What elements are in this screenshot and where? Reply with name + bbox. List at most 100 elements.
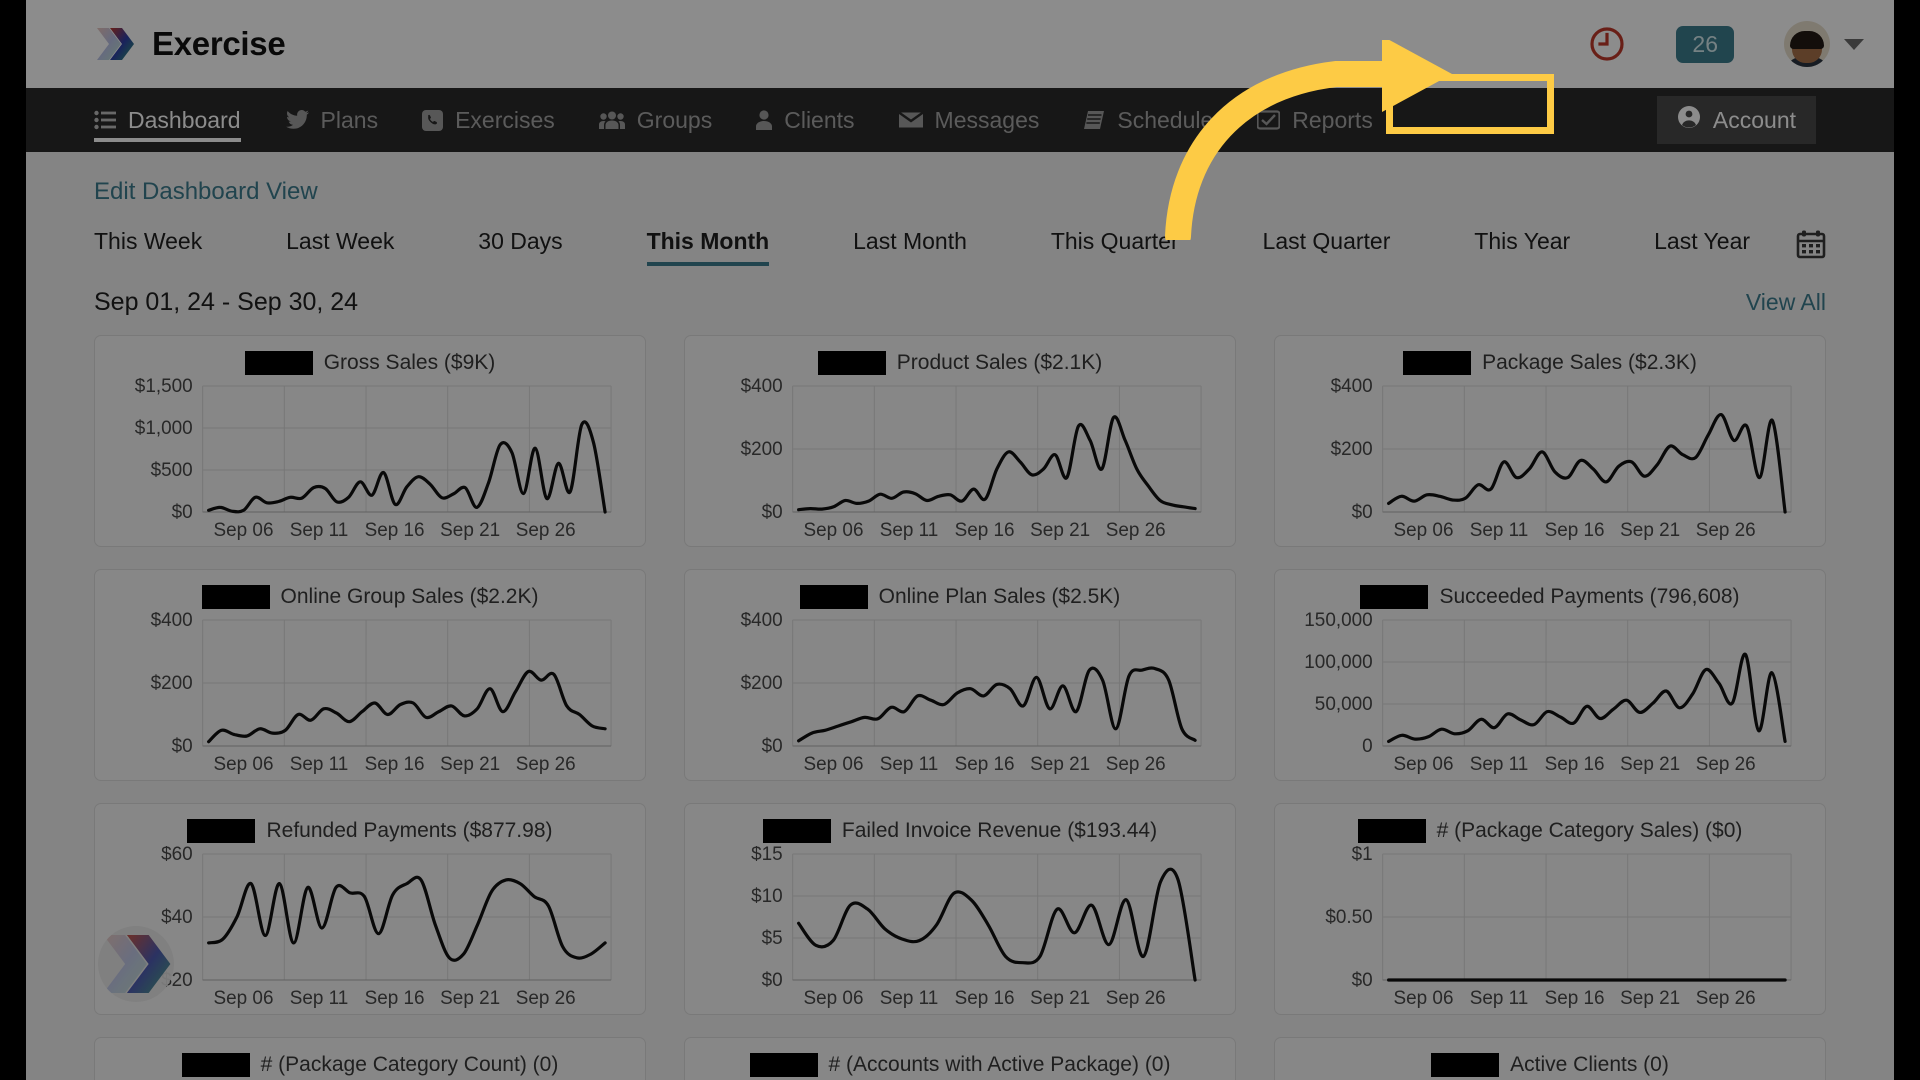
svg-text:$1: $1 (1352, 846, 1373, 865)
svg-text:Sep 26: Sep 26 (1106, 988, 1166, 1009)
metric-card[interactable]: Gross Sales ($9K) $0 $500 $1,000 $1,500 Sep 0… (94, 335, 646, 547)
nav-item-exercises[interactable]: Exercises (422, 88, 555, 152)
metric-card[interactable]: Failed Invoice Revenue ($193.44) $0 $5 $10 $… (684, 803, 1236, 1015)
svg-text:Sep 06: Sep 06 (1394, 988, 1454, 1009)
svg-text:Sep 26: Sep 26 (1696, 988, 1756, 1009)
date-range-label: Sep 01, 24 - Sep 30, 24 (94, 288, 359, 316)
svg-text:Sep 16: Sep 16 (365, 754, 425, 775)
app-logo-watermark (98, 926, 174, 1002)
nav-item-dashboard[interactable]: Dashboard (94, 88, 241, 152)
card-legend: Refunded Payments ($877.98) (111, 816, 629, 846)
range-tab-last-quarter[interactable]: Last Quarter (1263, 228, 1391, 266)
metric-card[interactable]: Online Group Sales ($2.2K) $0 $200 $400 Sep … (94, 569, 646, 781)
metric-card[interactable]: # (Package Category Count) (0) (94, 1037, 646, 1080)
chart-plot: $0 $200 $400 Sep 06 Sep 11 Sep 16 Sep 21 Sep 26 (1291, 378, 1809, 546)
svg-text:$5: $5 (762, 928, 783, 949)
svg-text:Sep 11: Sep 11 (880, 754, 939, 775)
main-navigation: Dashboard Plans Exercises Groups Clients… (26, 88, 1894, 152)
svg-text:Sep 11: Sep 11 (880, 520, 939, 541)
notification-count-badge[interactable]: 26 (1676, 25, 1734, 63)
range-tab-last-week[interactable]: Last Week (286, 228, 394, 266)
calendar-icon[interactable] (1796, 230, 1826, 264)
edit-dashboard-view-link[interactable]: Edit Dashboard View (26, 152, 318, 206)
svg-text:$0: $0 (172, 502, 193, 523)
nav-item-account[interactable]: Account (1656, 96, 1816, 144)
nav-item-groups[interactable]: Groups (598, 88, 712, 152)
svg-text:$200: $200 (151, 673, 193, 694)
card-title: Product Sales ($2.1K) (896, 351, 1103, 374)
svg-text:Sep 11: Sep 11 (290, 754, 349, 775)
svg-text:$15: $15 (751, 846, 783, 865)
chart-plot: $0 $0.50 $1 Sep 06 Sep 11 Sep 16 Sep 21 Sep 26 (1291, 846, 1809, 1014)
svg-text:Sep 06: Sep 06 (214, 988, 274, 1009)
clock-icon[interactable] (1588, 25, 1626, 63)
svg-text:Sep 26: Sep 26 (516, 754, 576, 775)
nav-item-plans[interactable]: Plans (285, 88, 378, 152)
range-tab-this-month[interactable]: This Month (646, 228, 769, 266)
view-all-link[interactable]: View All (1746, 289, 1826, 316)
svg-text:Sep 11: Sep 11 (1470, 988, 1529, 1009)
metric-card[interactable]: Active Clients (0) (1274, 1037, 1826, 1080)
people-icon (598, 110, 625, 130)
svg-text:Sep 11: Sep 11 (290, 988, 349, 1009)
legend-swatch-redacted (1360, 585, 1429, 609)
range-tab-last-year[interactable]: Last Year (1654, 228, 1750, 266)
svg-text:Sep 26: Sep 26 (1106, 754, 1166, 775)
svg-text:Sep 26: Sep 26 (1106, 520, 1166, 541)
card-legend: Online Plan Sales ($2.5K) (701, 582, 1219, 612)
card-legend: # (Package Category Sales) ($0) (1291, 816, 1809, 846)
svg-text:$1,000: $1,000 (135, 418, 193, 439)
nav-item-reports[interactable]: Reports (1257, 88, 1373, 152)
svg-text:Sep 06: Sep 06 (1394, 520, 1454, 541)
card-legend: Gross Sales ($9K) (111, 348, 629, 378)
envelope-icon (898, 111, 923, 129)
range-tab-this-quarter[interactable]: This Quarter (1051, 228, 1179, 266)
metric-card[interactable]: Product Sales ($2.1K) $0 $200 $400 Sep 06 Sep… (684, 335, 1236, 547)
chevron-down-icon[interactable] (1844, 38, 1864, 50)
metric-card[interactable]: Refunded Payments ($877.98) $20 $40 $60 Sep … (94, 803, 646, 1015)
range-tab-30-days[interactable]: 30 Days (478, 228, 562, 266)
svg-text:$10: $10 (751, 886, 783, 907)
dashboard-content: Edit Dashboard View This Week Last Week … (26, 152, 1894, 1080)
svg-text:$0: $0 (762, 736, 783, 757)
card-legend: Product Sales ($2.1K) (701, 348, 1219, 378)
svg-text:Sep 26: Sep 26 (516, 988, 576, 1009)
metric-card[interactable]: Succeeded Payments (796,608) 0 50,000 100,0… (1274, 569, 1826, 781)
svg-text:$40: $40 (161, 907, 193, 928)
bird-icon (285, 110, 309, 130)
subheader: Sep 01, 24 - Sep 30, 24 View All (26, 288, 1894, 317)
range-tab-this-week[interactable]: This Week (94, 228, 202, 266)
svg-text:$0: $0 (762, 502, 783, 523)
svg-text:$400: $400 (741, 378, 783, 397)
metric-card[interactable]: # (Package Category Sales) ($0) $0 $0.50 $1… (1274, 803, 1826, 1015)
nav-label: Schedule (1117, 106, 1214, 133)
date-range-tabs: This Week Last Week 30 Days This Month L… (26, 228, 1894, 266)
metric-card-grid: Gross Sales ($9K) $0 $500 $1,000 $1,500 Sep 0… (26, 317, 1894, 1080)
chart-plot: $0 $500 $1,000 $1,500 Sep 06 Sep 11 Sep 16 Sep … (111, 378, 629, 546)
range-tab-this-year[interactable]: This Year (1474, 228, 1570, 266)
metric-card[interactable]: Online Plan Sales ($2.5K) $0 $200 $400 Sep 0… (684, 569, 1236, 781)
user-menu[interactable] (1784, 21, 1864, 67)
svg-text:Sep 11: Sep 11 (880, 988, 939, 1009)
nav-item-messages[interactable]: Messages (898, 88, 1039, 152)
chart-plot: 0 50,000 100,000 150,000 Sep 06 Sep 11 Sep 16 S… (1291, 612, 1809, 780)
svg-text:Sep 16: Sep 16 (955, 520, 1015, 541)
header-actions: 26 (1588, 21, 1864, 67)
person-icon (756, 110, 773, 130)
svg-text:Sep 06: Sep 06 (804, 754, 864, 775)
svg-text:Sep 21: Sep 21 (440, 988, 500, 1009)
chart-plot: $0 $5 $10 $15 Sep 06 Sep 11 Sep 16 Sep 21 Sep 26 (701, 846, 1219, 1014)
card-title: Online Group Sales ($2.2K) (280, 585, 539, 608)
range-tab-last-month[interactable]: Last Month (853, 228, 967, 266)
svg-text:0: 0 (1362, 736, 1373, 757)
metric-card[interactable]: Package Sales ($2.3K) $0 $200 $400 Sep 06 Sep… (1274, 335, 1826, 547)
nav-item-schedule[interactable]: Schedule (1083, 88, 1213, 152)
nav-label: Exercises (455, 106, 555, 133)
brand[interactable]: Exercise (94, 23, 286, 65)
card-title: Online Plan Sales ($2.5K) (878, 585, 1121, 608)
nav-item-clients[interactable]: Clients (756, 88, 855, 152)
account-circle-icon (1677, 105, 1701, 135)
legend-swatch-redacted (1431, 1053, 1500, 1077)
svg-text:Sep 16: Sep 16 (1545, 988, 1605, 1009)
metric-card[interactable]: # (Accounts with Active Package) (0) (684, 1037, 1236, 1080)
